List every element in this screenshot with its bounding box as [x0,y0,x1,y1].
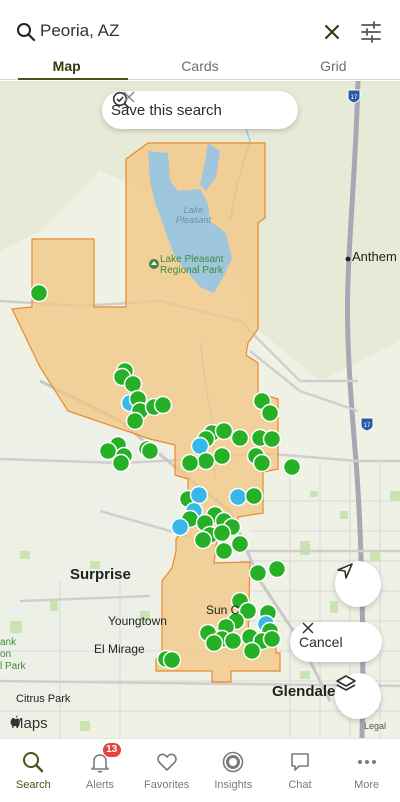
nav-alerts-label: Alerts [85,779,115,791]
alerts-count-badge: 13 [102,743,121,757]
map-label-sun-city: Sun C [206,603,240,617]
svg-text:17: 17 [364,423,371,429]
tab-grid[interactable]: Grid [267,56,400,79]
map-label-lake: Lake Pleasant [176,205,212,225]
map-label-left-park: ank on l Park [0,637,26,672]
svg-text:17: 17 [351,95,358,101]
nav-search-label: Search [15,779,51,791]
nav-more-label: More [354,779,380,791]
map-label-surprise: Surprise [70,566,131,583]
close-icon[interactable] [123,91,135,103]
map-view[interactable]: Lake Pleasant Lake Pleasant Regional Par… [0,81,400,738]
highway-17-shield-icon: 17 [360,417,374,431]
save-search-button[interactable]: Save this search [102,91,298,129]
more-dots-icon [357,760,376,764]
nav-alerts[interactable]: 13 Alerts [67,739,134,802]
nav-more[interactable]: More [333,739,400,802]
nav-chat-label: Chat [288,779,312,791]
nav-favorites[interactable]: Favorites [133,739,200,802]
nav-search[interactable]: Search [0,739,67,802]
cancel-label: Cancel [299,634,343,650]
bottom-navigation: Search 13 Alerts Favorites Insights Chat… [0,738,400,802]
search-input[interactable]: Peoria, AZ [40,21,119,41]
map-label-el-mirage: El Mirage [94,642,145,656]
clear-search-icon[interactable] [322,22,342,42]
search-icon [23,752,44,773]
map-label-anthem: Anthem [352,249,397,264]
my-location-button[interactable] [335,561,381,607]
tab-cards[interactable]: Cards [133,56,266,79]
search-icon [17,23,36,42]
tab-map[interactable]: Map [0,56,133,80]
navigation-arrow-icon [337,563,353,579]
filter-sliders-icon[interactable] [360,20,382,44]
map-label-park: Lake Pleasant Regional Park [160,254,224,276]
map-label-youngtown: Youngtown [108,614,167,628]
nav-chat[interactable]: Chat [267,739,334,802]
search-bar[interactable]: Peoria, AZ [0,0,400,56]
layers-icon [336,675,356,691]
map-label-citrus-park: Citrus Park [16,693,71,705]
heart-icon [156,753,177,771]
chat-bubble-icon [291,753,309,771]
nav-favorites-label: Favorites [144,779,190,791]
close-icon [302,622,314,634]
legal-link[interactable]: Legal [364,721,386,731]
nav-insights[interactable]: Insights [200,739,267,802]
map-layers-button[interactable] [335,673,381,719]
map-label-glendale: Glendale [272,683,336,700]
nav-insights-label: Insights [214,779,253,791]
highway-17-shield-icon: 17 [347,89,361,103]
cancel-draw-button[interactable]: Cancel [290,622,382,662]
view-tabs: Map Cards Grid [0,56,400,80]
apple-logo-icon [10,715,20,727]
insights-icon [222,751,244,773]
maps-attribution: Maps [10,715,48,732]
